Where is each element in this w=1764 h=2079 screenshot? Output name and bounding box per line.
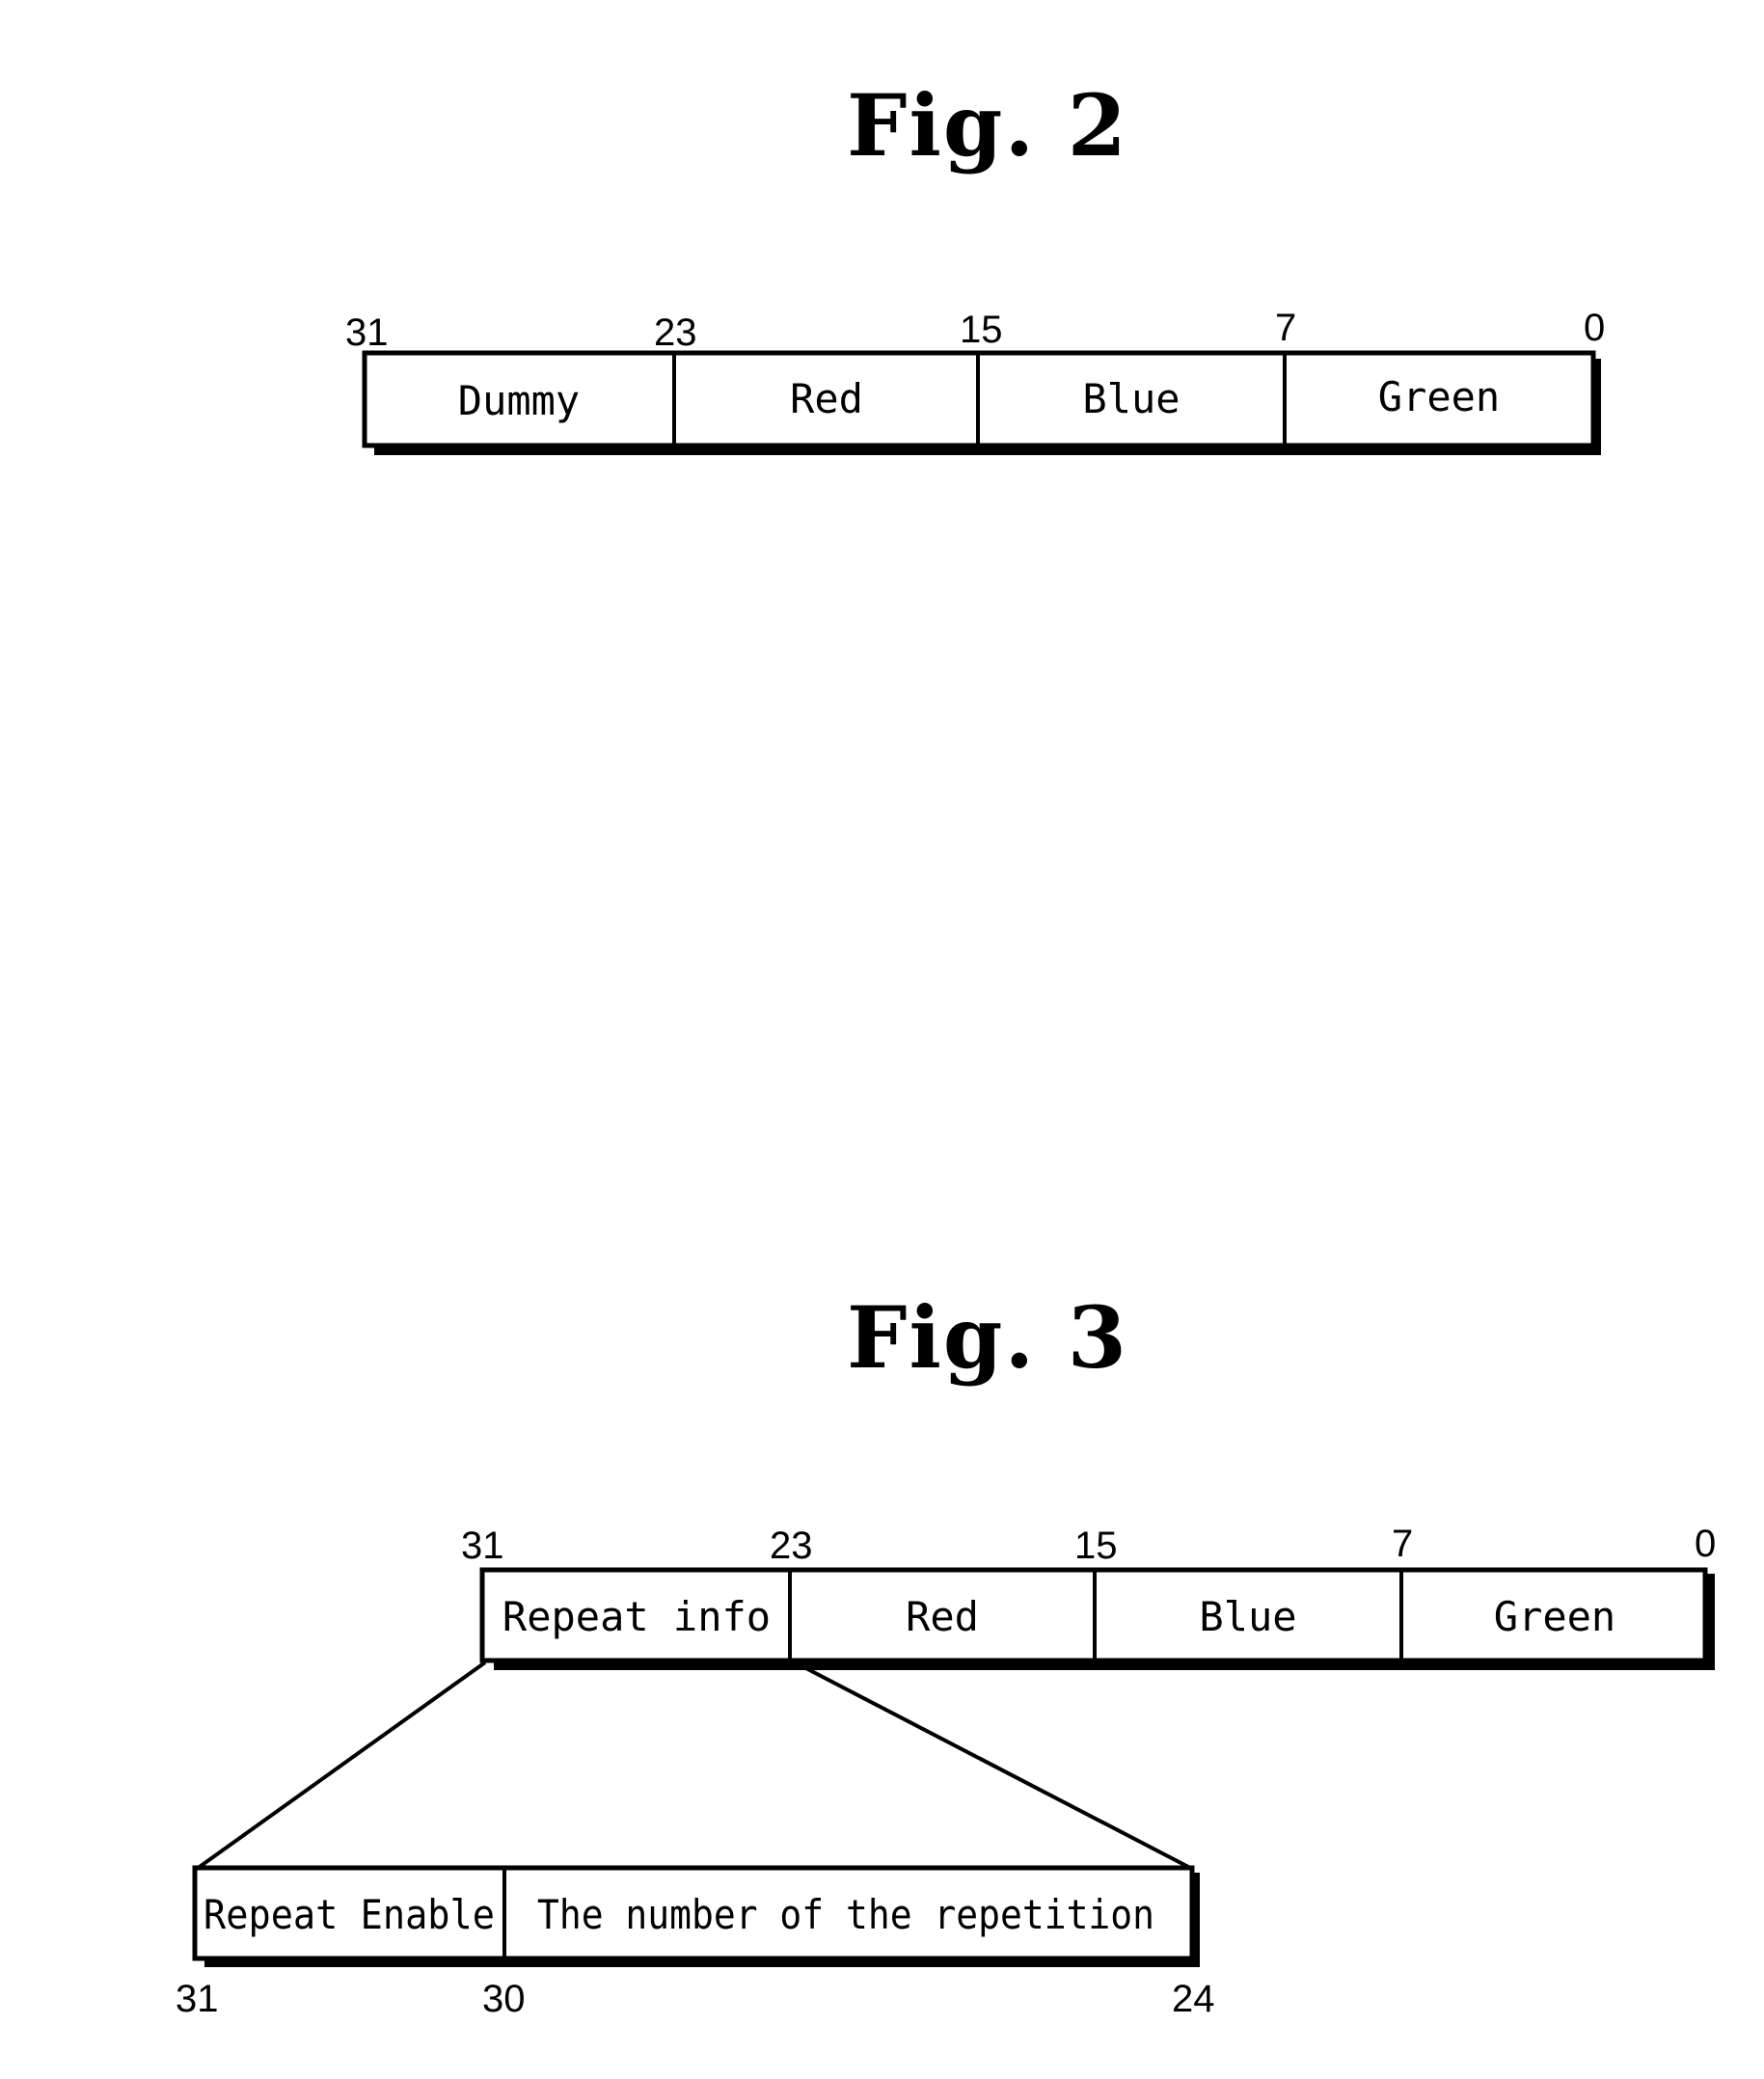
fig3-bit-7: 7 <box>1392 1523 1413 1565</box>
fig2-field-red: Red <box>790 375 863 422</box>
fig3-field-blue: Blue <box>1199 1593 1296 1640</box>
fig3-expansion-line-right <box>798 1662 1193 1871</box>
diagram-canvas: 31 23 15 7 0 Dummy Red Blue Green 31 23 … <box>176 307 1716 2020</box>
fig3-repeat-info-detail: Repeat Enable The number of the repetiti… <box>176 1865 1215 2020</box>
fig2-bit-7: 7 <box>1275 307 1296 349</box>
fig3-field-red: Red <box>906 1593 979 1640</box>
fig2-field-dummy: Dummy <box>458 377 580 424</box>
fig3-detail-field-repeat-enable: Repeat Enable <box>204 1891 495 1938</box>
fig2-field-blue: Blue <box>1082 375 1180 422</box>
fig3-bit-15: 15 <box>1074 1525 1118 1567</box>
fig2-bit-31: 31 <box>345 311 389 354</box>
fig2-register: 31 23 15 7 0 Dummy Red Blue Green <box>345 307 1605 455</box>
fig3-expansion-line-left <box>195 1660 487 1871</box>
fig3-bit-0: 0 <box>1695 1523 1716 1565</box>
fig3-detail-bit-30: 30 <box>482 1978 526 2020</box>
fig3-detail-bit-24: 24 <box>1172 1978 1215 2020</box>
fig2-bit-0: 0 <box>1584 307 1605 349</box>
fig3-field-repeat-info: Repeat info <box>502 1593 771 1640</box>
fig2-bit-23: 23 <box>654 311 697 354</box>
fig3-detail-field-repetition-count: The number of the repetition <box>537 1891 1154 1938</box>
fig3-detail-bit-31: 31 <box>176 1978 219 2020</box>
fig2-field-green: Green <box>1378 373 1500 420</box>
fig2-bit-15: 15 <box>960 309 1003 351</box>
fig3-bit-31: 31 <box>461 1525 504 1567</box>
fig3-field-green: Green <box>1494 1593 1615 1640</box>
fig3-bit-23: 23 <box>770 1525 813 1567</box>
fig3-register: 31 23 15 7 0 Repeat info Red Blue Green <box>461 1523 1716 1670</box>
